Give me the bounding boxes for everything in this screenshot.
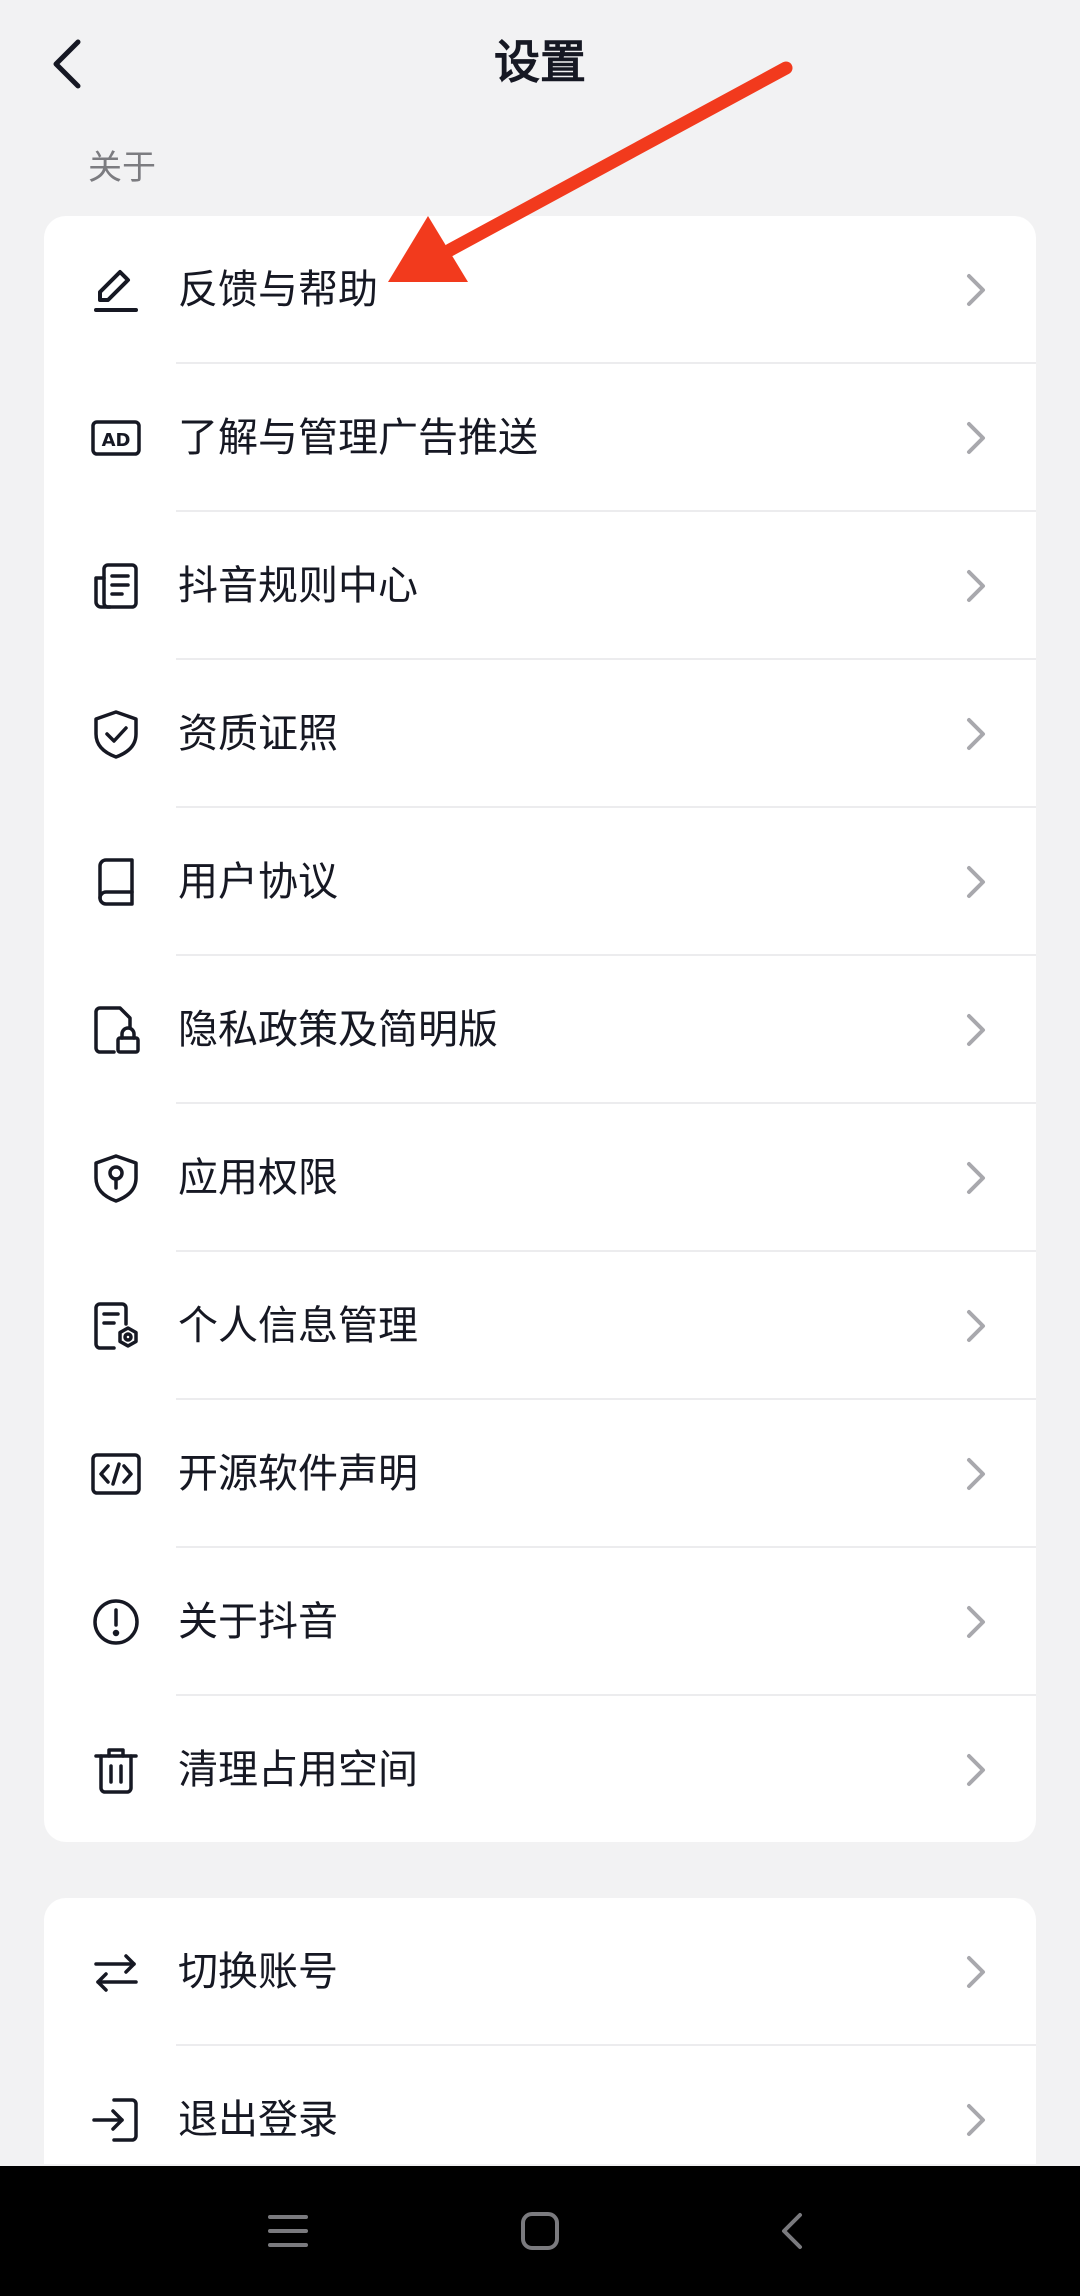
settings-item-open-source[interactable]: 开源软件声明 bbox=[44, 1400, 1036, 1548]
system-back-button[interactable] bbox=[752, 2191, 832, 2271]
account-settings-list: 切换账号 退出登录 bbox=[44, 1898, 1036, 2164]
chevron-right-icon bbox=[960, 862, 992, 902]
settings-item-label: 资质证照 bbox=[178, 711, 338, 757]
chevron-right-icon bbox=[960, 270, 992, 310]
page-title: 设置 bbox=[494, 35, 586, 89]
menu-icon bbox=[268, 2215, 308, 2247]
settings-item-label: 反馈与帮助 bbox=[178, 267, 378, 313]
settings-item-switch-account[interactable]: 切换账号 bbox=[44, 1898, 1036, 2046]
shield-check-icon bbox=[88, 706, 144, 762]
trash-icon bbox=[88, 1742, 144, 1798]
chevron-right-icon bbox=[960, 1010, 992, 1050]
settings-item-label: 清理占用空间 bbox=[178, 1747, 418, 1793]
info-circle-icon bbox=[88, 1594, 144, 1650]
settings-item-rules-center[interactable]: 抖音规则中心 bbox=[44, 512, 1036, 660]
chevron-right-icon bbox=[960, 1158, 992, 1198]
chevron-right-icon bbox=[960, 1454, 992, 1494]
chevron-right-icon bbox=[960, 1602, 992, 1642]
settings-item-feedback-help[interactable]: 反馈与帮助 bbox=[44, 216, 1036, 364]
ad-icon: AD bbox=[88, 410, 144, 466]
chevron-right-icon bbox=[960, 714, 992, 754]
settings-item-label: 了解与管理广告推送 bbox=[178, 415, 538, 461]
settings-item-about-app[interactable]: 关于抖音 bbox=[44, 1548, 1036, 1696]
settings-item-privacy-policy[interactable]: 隐私政策及简明版 bbox=[44, 956, 1036, 1104]
settings-item-label: 隐私政策及简明版 bbox=[178, 1007, 498, 1053]
chevron-right-icon bbox=[960, 418, 992, 458]
settings-item-qualifications[interactable]: 资质证照 bbox=[44, 660, 1036, 808]
settings-item-user-agreement[interactable]: 用户协议 bbox=[44, 808, 1036, 956]
document-list-icon bbox=[88, 558, 144, 614]
chevron-right-icon bbox=[960, 2100, 992, 2140]
system-navigation-bar bbox=[0, 2166, 1080, 2296]
logout-icon bbox=[88, 2092, 144, 2148]
settings-item-logout[interactable]: 退出登录 bbox=[44, 2046, 1036, 2164]
document-lock-icon bbox=[88, 1002, 144, 1058]
settings-item-label: 个人信息管理 bbox=[178, 1303, 418, 1349]
settings-item-label: 关于抖音 bbox=[178, 1599, 338, 1645]
settings-item-personal-info[interactable]: 个人信息管理 bbox=[44, 1252, 1036, 1400]
chevron-right-icon bbox=[960, 1750, 992, 1790]
home-square-icon bbox=[521, 2212, 559, 2250]
section-label-about: 关于 bbox=[88, 148, 156, 188]
settings-item-label: 抖音规则中心 bbox=[178, 563, 418, 609]
book-icon bbox=[88, 854, 144, 910]
settings-item-app-permissions[interactable]: 应用权限 bbox=[44, 1104, 1036, 1252]
settings-item-ad-management[interactable]: AD 了解与管理广告推送 bbox=[44, 364, 1036, 512]
settings-item-clear-storage[interactable]: 清理占用空间 bbox=[44, 1696, 1036, 1842]
chevron-right-icon bbox=[960, 566, 992, 606]
back-triangle-icon bbox=[782, 2213, 802, 2249]
settings-item-label: 切换账号 bbox=[178, 1949, 338, 1995]
home-button[interactable] bbox=[500, 2191, 580, 2271]
chevron-right-icon bbox=[960, 1306, 992, 1346]
swap-icon bbox=[88, 1944, 144, 2000]
settings-item-label: 开源软件声明 bbox=[178, 1451, 418, 1497]
svg-text:AD: AD bbox=[102, 430, 131, 451]
about-settings-list: 反馈与帮助 AD 了解与管理广告推送 抖音规则中心 资质证照 用户协议 隐私政策… bbox=[44, 216, 1036, 1842]
pen-icon bbox=[88, 262, 144, 318]
recent-apps-button[interactable] bbox=[248, 2191, 328, 2271]
document-gear-icon bbox=[88, 1298, 144, 1354]
top-bar: 设置 bbox=[0, 0, 1080, 128]
shield-key-icon bbox=[88, 1150, 144, 1206]
code-icon bbox=[88, 1446, 144, 1502]
settings-item-label: 退出登录 bbox=[178, 2097, 338, 2143]
settings-item-label: 用户协议 bbox=[178, 859, 338, 905]
chevron-right-icon bbox=[960, 1952, 992, 1992]
settings-item-label: 应用权限 bbox=[178, 1155, 338, 1201]
